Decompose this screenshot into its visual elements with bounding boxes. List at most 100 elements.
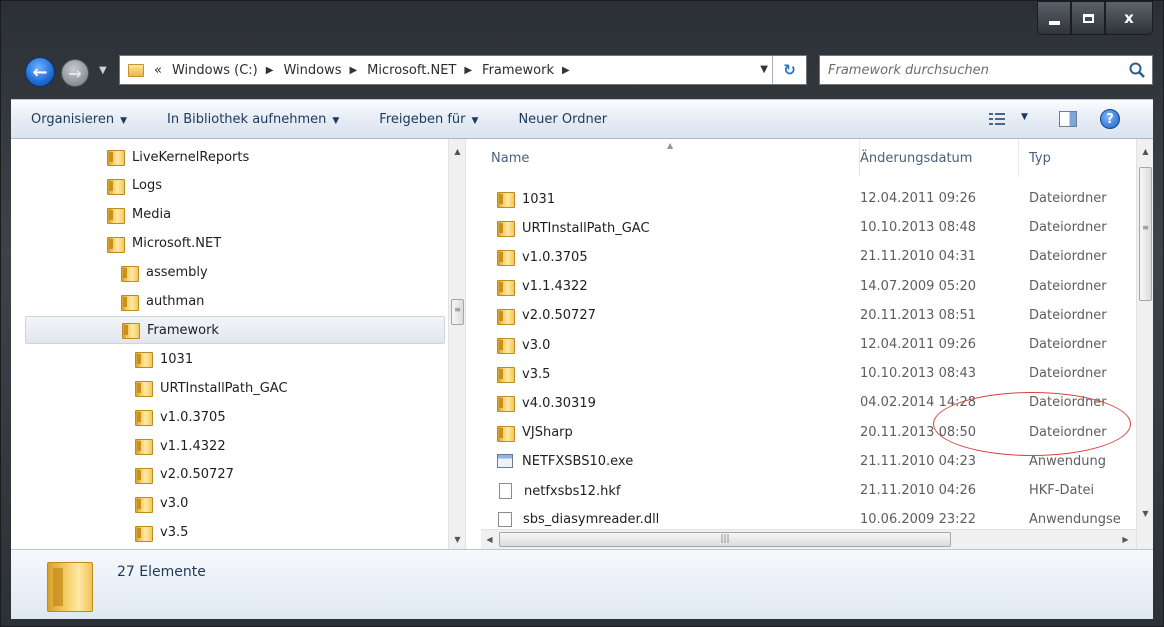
tree-item[interactable]: authman <box>121 288 204 316</box>
breadcrumb-windows[interactable]: Windows <box>283 63 341 78</box>
tree-item-label: v3.0 <box>160 496 189 512</box>
maximize-button[interactable] <box>1071 1 1105 35</box>
folder-icon <box>107 236 125 253</box>
include-library-label: In Bibliothek aufnehmen <box>167 111 327 127</box>
share-label: Freigeben für <box>379 111 466 127</box>
tree-item[interactable]: assembly <box>121 259 208 287</box>
refresh-button[interactable]: ↻ <box>772 56 806 84</box>
navigation-pane-scrollbar[interactable]: ▲ ≡ ▼ <box>448 139 465 549</box>
breadcrumb-separator-icon[interactable]: ▶ <box>562 65 570 76</box>
folder-icon <box>107 178 125 195</box>
breadcrumb-separator-icon[interactable]: ▶ <box>266 65 274 76</box>
file-date: 21.11.2010 04:23 <box>860 453 977 469</box>
file-row[interactable]: netfxsbs12.hkf 21.11.2010 04:26 HKF-Datei <box>481 477 1136 506</box>
file-name: v3.5 <box>522 366 551 382</box>
forward-button[interactable]: → <box>61 59 89 87</box>
breadcrumb-drive[interactable]: Windows (C:) <box>172 63 258 78</box>
tree-item[interactable]: URTInstallPath_GAC <box>135 374 288 402</box>
file-type: Dateiordner <box>1029 220 1107 236</box>
chevron-down-icon: ▼ <box>471 115 479 126</box>
file-row[interactable]: v3.5 10.10.2013 08:43 Dateiordner <box>481 360 1136 389</box>
tree-item[interactable]: 1031 <box>135 345 193 373</box>
file-name: v2.0.50727 <box>522 308 596 324</box>
search-icon[interactable] <box>1128 61 1146 79</box>
breadcrumb-overflow[interactable]: « <box>154 63 162 78</box>
document-icon <box>499 483 512 499</box>
preview-pane-icon[interactable] <box>1059 111 1077 127</box>
breadcrumb-framework[interactable]: Framework <box>482 63 554 78</box>
address-dropdown-icon[interactable]: ▼ <box>760 64 768 75</box>
tree-item[interactable]: Framework <box>25 316 445 345</box>
navigation-row: ← → ▼ « Windows (C:) ▶ Windows ▶ Microso… <box>1 51 1163 91</box>
red-circle-annotation <box>933 392 1131 456</box>
recent-pages-button[interactable]: ▼ <box>99 65 107 76</box>
scroll-down-icon[interactable]: ▼ <box>449 531 465 548</box>
file-row[interactable]: v1.0.3705 21.11.2010 04:31 Dateiordner <box>481 243 1136 272</box>
file-type: HKF-Datei <box>1029 483 1095 498</box>
navigation-pane: LiveKernelReports Logs Media Microsoft.NET a… <box>11 139 466 549</box>
file-row[interactable]: URTInstallPath_GAC 10.10.2013 08:48 Dateio… <box>481 214 1136 243</box>
tree-item-label: assembly <box>146 265 208 281</box>
scroll-right-icon[interactable]: ▶ <box>1117 531 1134 548</box>
tree-item[interactable]: LiveKernelReports <box>107 143 249 171</box>
file-name: VJSharp <box>522 425 573 441</box>
file-row[interactable]: 1031 12.04.2011 09:26 Dateiordner <box>481 185 1136 214</box>
file-name-cell: URTInstallPath_GAC <box>497 220 650 238</box>
scroll-down-icon[interactable]: ▼ <box>1137 505 1153 522</box>
scrollbar-thumb[interactable]: ||| <box>499 532 951 547</box>
column-name-label: Name <box>491 150 530 166</box>
scroll-up-icon[interactable]: ▲ <box>1137 143 1153 160</box>
tree-item[interactable]: v2.0.50727 <box>135 461 234 489</box>
column-header-name[interactable]: Name ▲ <box>481 139 860 177</box>
back-button[interactable]: ← <box>25 57 55 87</box>
refresh-icon: ↻ <box>783 61 796 79</box>
address-bar[interactable]: « Windows (C:) ▶ Windows ▶ Microsoft.NET… <box>119 55 807 85</box>
view-dropdown-icon[interactable]: ▼ <box>1021 112 1028 122</box>
tree-item[interactable]: Microsoft.NET <box>107 230 221 258</box>
file-name-cell: v1.1.4322 <box>497 279 588 296</box>
file-name: v3.0 <box>522 337 551 353</box>
minimize-button[interactable] <box>1037 1 1071 35</box>
tree-item[interactable]: v1.0.3705 <box>135 403 226 431</box>
file-list-horizontal-scrollbar[interactable]: ◀ ||| ▶ <box>481 529 1136 549</box>
close-button[interactable]: x <box>1105 1 1153 35</box>
tree-item[interactable]: Media <box>107 201 171 229</box>
scroll-left-icon[interactable]: ◀ <box>481 531 498 548</box>
share-with-menu[interactable]: Freigeben für ▼ <box>379 112 478 127</box>
window-controls: x <box>1037 1 1153 35</box>
folder-icon <box>107 149 125 166</box>
organize-label: Organisieren <box>31 111 115 127</box>
tree-item[interactable]: v1.1.4322 <box>135 432 226 460</box>
view-options-icon[interactable] <box>989 112 1005 126</box>
organize-menu[interactable]: Organisieren ▼ <box>31 112 127 127</box>
include-in-library-menu[interactable]: In Bibliothek aufnehmen ▼ <box>167 112 339 127</box>
close-icon: x <box>1124 9 1134 27</box>
scrollbar-thumb[interactable]: ≡ <box>451 299 464 325</box>
column-header-type[interactable]: Typ <box>1019 139 1136 177</box>
column-header-date[interactable]: Änderungsdatum <box>850 139 1019 177</box>
chevron-down-icon: ▼ <box>332 115 340 126</box>
tree-item-label: URTInstallPath_GAC <box>160 380 288 396</box>
file-list-vertical-scrollbar[interactable]: ▲ ≡ ▼ <box>1136 139 1153 549</box>
tree-item[interactable]: v3.5 <box>135 519 188 547</box>
tree-item[interactable]: v3.0 <box>135 490 188 518</box>
file-row[interactable]: v2.0.50727 20.11.2013 08:51 Dateiordner <box>481 302 1136 331</box>
search-input[interactable] <box>820 57 1110 83</box>
scroll-up-icon[interactable]: ▲ <box>449 143 465 160</box>
tree-item-label: v1.1.4322 <box>160 438 226 454</box>
tree-item-label: 1031 <box>160 351 194 367</box>
scrollbar-thumb[interactable]: ≡ <box>1139 167 1152 301</box>
file-row[interactable]: v1.1.4322 14.07.2009 05:20 Dateiordner <box>481 273 1136 302</box>
breadcrumb-microsoft-net[interactable]: Microsoft.NET <box>367 63 456 78</box>
breadcrumb-separator-icon[interactable]: ▶ <box>349 65 357 76</box>
tree-item[interactable]: Logs <box>107 172 162 200</box>
content-area: LiveKernelReports Logs Media Microsoft.NET a… <box>11 139 1153 549</box>
new-folder-button[interactable]: Neuer Ordner <box>518 112 607 127</box>
tree-item-label: Microsoft.NET <box>132 236 222 252</box>
breadcrumb-separator-icon[interactable]: ▶ <box>464 65 472 76</box>
file-name: URTInstallPath_GAC <box>522 220 650 236</box>
file-row[interactable]: v3.0 12.04.2011 09:26 Dateiordner <box>481 331 1136 360</box>
sort-ascending-icon: ▲ <box>667 141 674 150</box>
file-type: Anwendung <box>1029 453 1106 469</box>
help-icon[interactable]: ? <box>1100 109 1120 129</box>
